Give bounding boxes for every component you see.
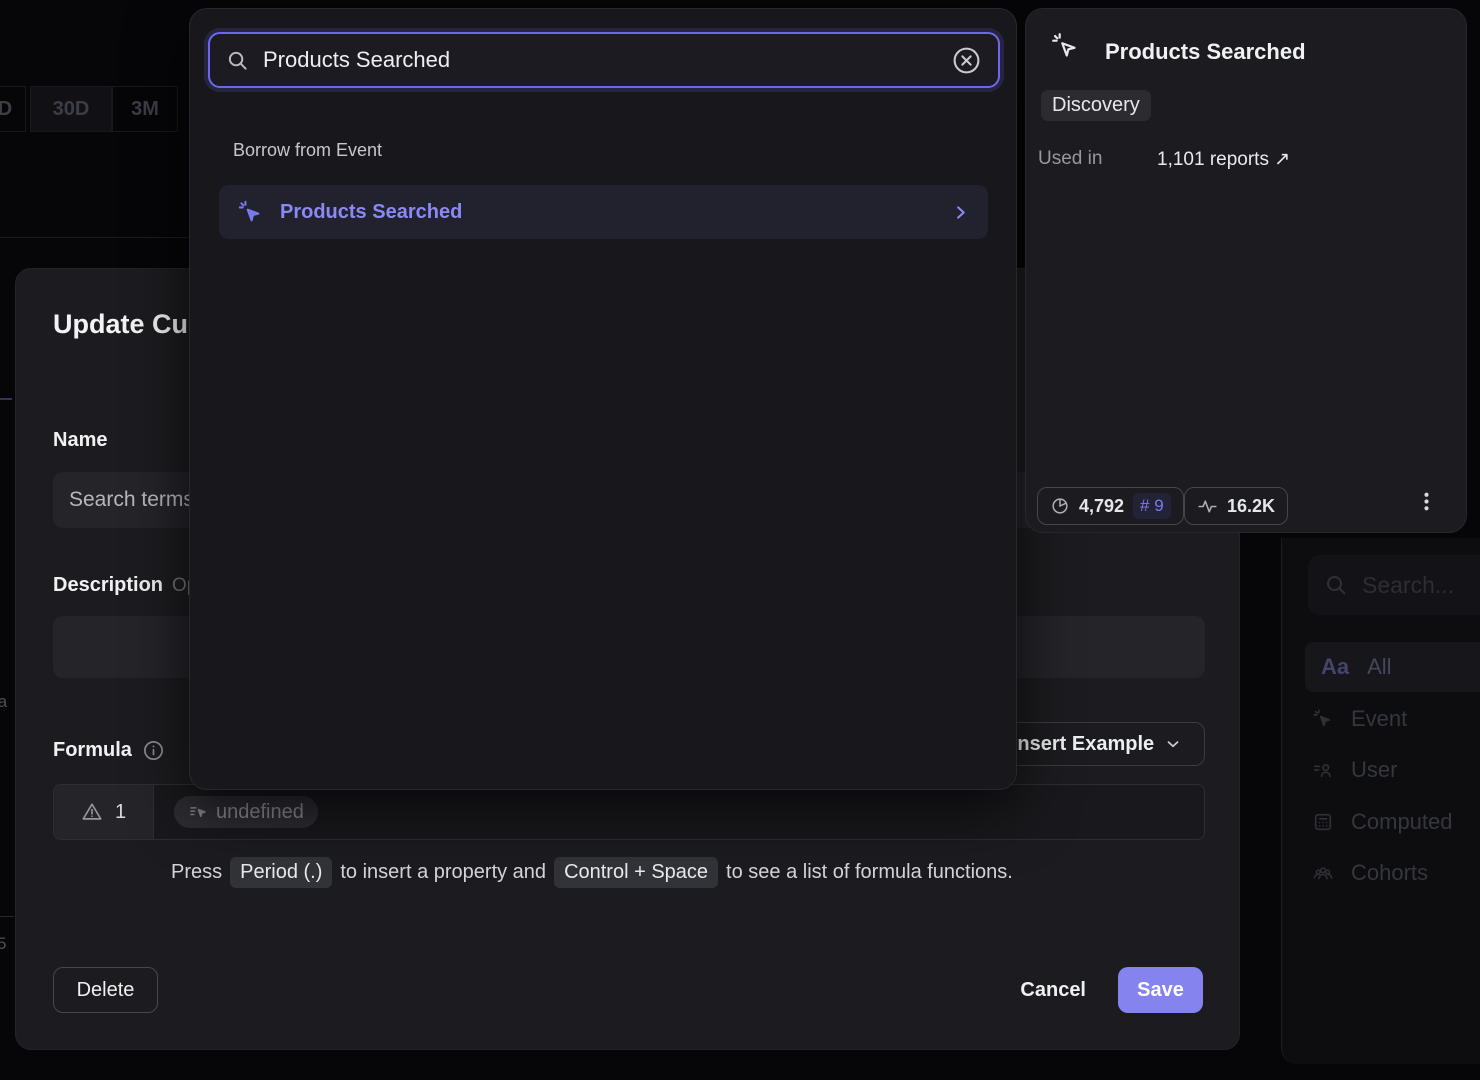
property-search-popover: Borrow from Event Products Searched [189,8,1017,790]
sidebar-item-label: Cohorts [1351,860,1428,886]
result-label: Products Searched [280,201,935,224]
formula-line-number: 1 [115,801,126,824]
cancel-button[interactable]: Cancel [1020,979,1086,1002]
details-title: Products Searched [1105,39,1306,65]
kbd-period: Period (.) [230,857,332,888]
undefined-property-chip[interactable]: undefined [174,796,318,828]
background-chart-fragment [0,398,12,400]
sidebar-item-label: User [1351,757,1397,783]
undefined-chip-label: undefined [216,801,304,824]
kbd-control-space: Control + Space [554,857,718,888]
sidebar-item-event[interactable]: Event [1305,697,1480,741]
people-icon [1312,862,1334,884]
hint-text: to insert a property and [340,861,546,884]
distinct-count-pill[interactable]: 4,792 # 9 [1037,487,1184,525]
chevron-right-icon [951,203,970,222]
time-range-button-30d[interactable]: 30D [30,86,112,132]
property-details-panel: Products Searched Discovery Used in 1,10… [1025,8,1467,533]
close-circle-icon [951,45,982,76]
discovery-badge: Discovery [1041,90,1151,121]
formula-hint: Press Period (.) to insert a property an… [171,857,1013,888]
info-icon [142,739,165,762]
search-icon [226,49,249,72]
hint-text: Press [171,861,222,884]
formula-warning-gutter: 1 [54,785,154,839]
chevron-down-icon [1164,735,1182,753]
kebab-menu-icon [1414,489,1439,514]
warning-icon [81,801,103,823]
sidebar-search-input[interactable]: Search... [1308,555,1480,615]
time-range-label: 30D [53,98,90,120]
hint-text: to see a list of formula functions. [726,861,1013,884]
pie-chart-icon [1050,496,1070,516]
time-range-label: D [0,98,12,120]
sidebar-item-all[interactable]: Aa All [1305,642,1480,692]
app-root: D 30D 3M la 5 Search... Aa All Event [0,0,1480,1080]
sidebar-item-user[interactable]: User [1305,748,1480,792]
volume-value: 16.2K [1227,496,1275,517]
background-text-fragment: la [0,692,7,712]
sidebar-item-label: Computed [1351,809,1453,835]
used-in-label: Used in [1038,148,1102,170]
sidebar-search-placeholder: Search... [1362,572,1454,599]
time-range-label: 3M [131,98,159,120]
delete-button[interactable]: Delete [53,967,158,1013]
formula-label: Formula [53,739,132,762]
name-label: Name [53,429,107,452]
save-button[interactable]: Save [1118,967,1203,1013]
formula-label-row: Formula [53,739,165,762]
rank-badge: # 9 [1133,493,1171,519]
search-input[interactable] [263,47,937,73]
user-list-icon [1312,759,1334,781]
cursor-click-icon [1050,31,1081,62]
sidebar-item-label: All [1367,654,1391,680]
sidebar-item-label: Event [1351,706,1407,732]
property-type-sidebar: Search... Aa All Event User [1281,538,1480,1064]
calculator-icon [1312,811,1334,833]
more-options-button[interactable] [1414,489,1439,514]
insert-example-label: Insert Example [1012,733,1154,756]
borrow-from-event-heading: Borrow from Event [233,140,382,161]
property-cursor-icon [188,802,208,822]
formula-editor[interactable]: 1 undefined [53,784,1205,840]
text-format-icon: Aa [1321,654,1349,680]
cursor-click-icon [1312,708,1334,730]
search-icon [1324,573,1348,597]
time-range-button-3m[interactable]: 3M [112,86,178,132]
background-divider [0,237,190,238]
search-field[interactable] [208,32,1000,88]
distinct-count-value: 4,792 [1079,496,1124,517]
modal-footer-actions: Cancel Save [1020,967,1203,1013]
sidebar-item-computed[interactable]: Computed [1305,800,1480,844]
insert-example-button[interactable]: Insert Example [989,722,1205,766]
formula-content[interactable]: undefined [154,785,1204,839]
clear-search-button[interactable] [951,45,982,76]
activity-icon [1197,496,1218,517]
volume-pill[interactable]: 16.2K [1184,487,1288,525]
time-range-button-d[interactable]: D [0,86,26,132]
used-in-reports-link[interactable]: 1,101 reports ↗ [1157,148,1290,171]
cursor-click-icon [237,199,264,226]
description-label: Description [53,574,163,597]
background-text-fragment: 5 [0,934,6,954]
background-chart-fragment [0,916,14,917]
search-result-products-searched[interactable]: Products Searched [219,185,988,239]
sidebar-item-cohorts[interactable]: Cohorts [1305,851,1480,895]
